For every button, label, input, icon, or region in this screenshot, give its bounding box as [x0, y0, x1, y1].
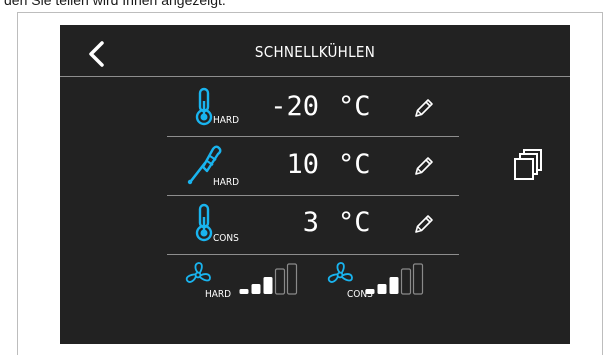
unit-label: °C [338, 207, 371, 238]
speed-bar [365, 289, 375, 294]
speed-bar [251, 284, 261, 294]
row-divider [167, 195, 459, 196]
pencil-icon [415, 157, 433, 175]
edit-button[interactable] [413, 97, 435, 119]
fan-icon [185, 262, 211, 283]
fan-control-hard[interactable]: HARD [183, 256, 323, 312]
setpoint-value: 3 [302, 207, 319, 238]
speed-level-bars [239, 263, 298, 295]
speed-bar [412, 263, 424, 295]
copy-button[interactable] [513, 149, 543, 181]
fan-icon [327, 262, 353, 283]
row-sub-label: CONS [213, 233, 239, 244]
unit-label: °C [338, 91, 371, 122]
setpoint-value: 10 [286, 149, 319, 180]
controller-screen: SCHNELLKÜHLEN HARD -20 °C HARD 10 °C CON… [60, 25, 570, 344]
fan-sub-label: HARD [205, 289, 232, 300]
speed-bar [274, 268, 286, 295]
speed-bar [389, 277, 399, 294]
speed-bar [377, 284, 387, 294]
speed-bar [239, 289, 249, 294]
pencil-icon [415, 99, 433, 117]
edit-button[interactable] [413, 155, 435, 177]
fan-speed-row: HARD CONS [167, 256, 459, 312]
setpoint-row-hard-temperature: HARD -20 °C [167, 81, 459, 137]
row-divider [167, 254, 459, 255]
setpoint-row-hard-probe: HARD 10 °C [167, 139, 459, 195]
speed-level-bars [365, 263, 424, 295]
speed-bar [263, 277, 273, 294]
speed-bar [286, 263, 298, 295]
copy-icon [514, 149, 542, 180]
speed-bar [400, 268, 412, 295]
setpoint-value: -20 [270, 91, 319, 122]
row-sub-label: HARD [213, 177, 240, 188]
partial-caption-text: den Sie teilen wird Ihnen angezeigt. [4, 0, 226, 8]
row-divider [167, 136, 459, 137]
unit-label: °C [338, 149, 371, 180]
page-title: SCHNELLKÜHLEN [254, 43, 376, 61]
edit-button[interactable] [413, 213, 435, 235]
header-divider [60, 76, 570, 77]
fan-control-cons[interactable]: CONS [325, 256, 465, 312]
setpoint-row-cons-temperature: CONS 3 °C [167, 197, 459, 253]
row-sub-label: HARD [213, 115, 240, 126]
pencil-icon [415, 215, 433, 233]
